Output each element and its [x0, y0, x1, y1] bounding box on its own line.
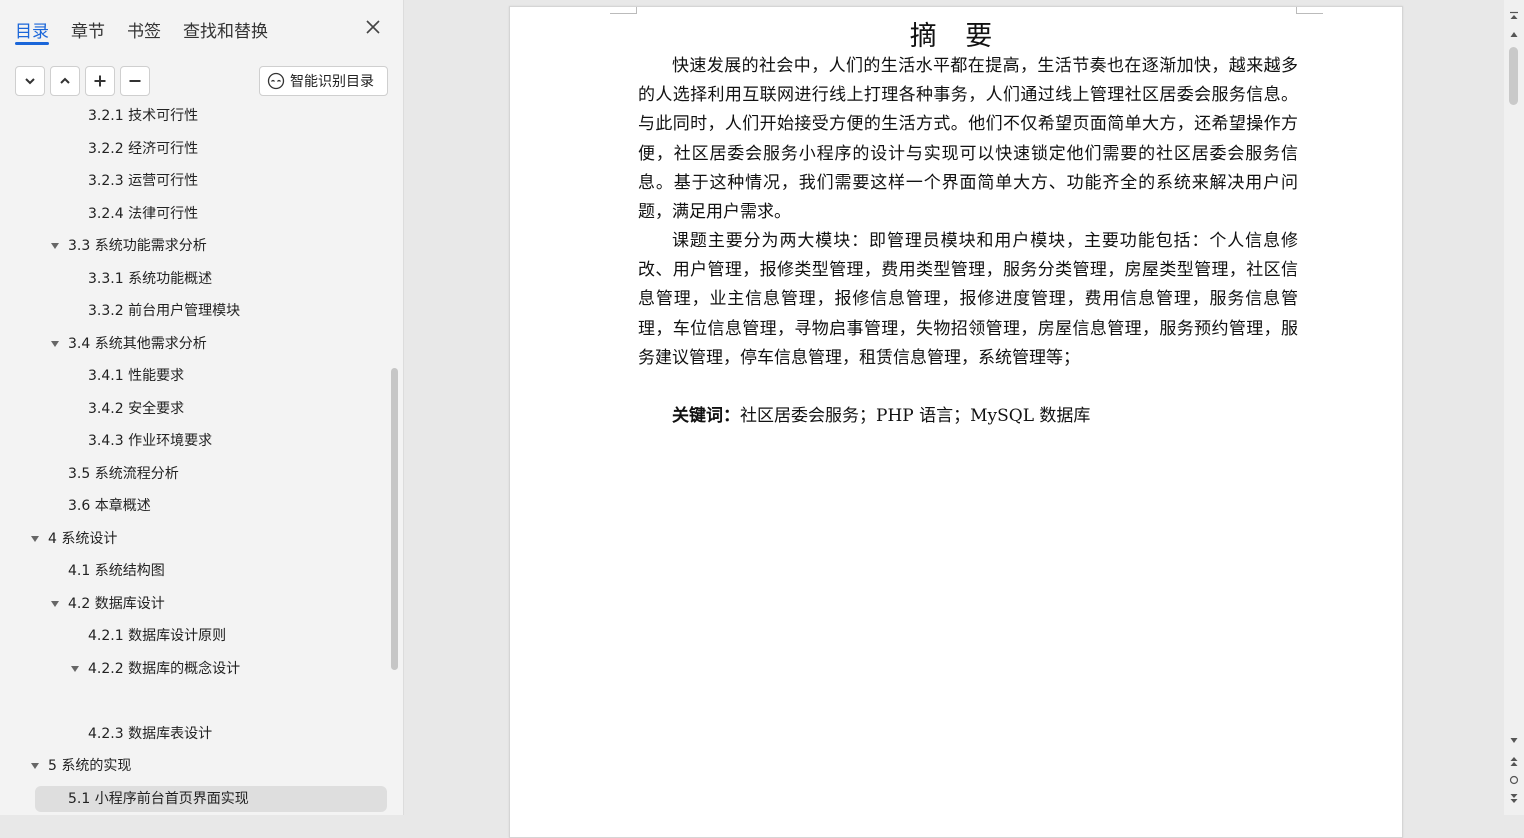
- toc-item-label: 3.2.4 法律可行性: [88, 205, 199, 222]
- next-page-button[interactable]: [1508, 791, 1520, 803]
- toc-item[interactable]: 3.2.4 法律可行性: [0, 201, 388, 227]
- toc-item[interactable]: 4.1 系统结构图: [0, 558, 388, 584]
- toc-toolbar: 智能识别目录: [0, 66, 403, 100]
- active-tab-indicator: [15, 42, 49, 45]
- scroll-top-button[interactable]: [1508, 10, 1520, 22]
- toc-item[interactable]: 3.4.3 作业环境要求: [0, 428, 388, 454]
- toc-item[interactable]: 4.2.2 数据库的概念设计: [0, 656, 388, 682]
- scrollbar-thumb[interactable]: [1509, 47, 1518, 105]
- toc-item[interactable]: 3.2.1 技术可行性: [0, 104, 388, 129]
- close-icon: [366, 20, 380, 34]
- previous-page-button[interactable]: [1508, 755, 1520, 767]
- expand-caret-icon[interactable]: [31, 763, 39, 769]
- toc-item[interactable]: 4 系统设计: [0, 526, 388, 552]
- toc-item-label: 4.2.2 数据库的概念设计: [88, 660, 241, 677]
- document-page[interactable]: 摘 要 快速发展的社会中，人们的生活水平都在提高，生活节奏也在逐渐加快，越来越多…: [509, 6, 1403, 838]
- nav-tabs: 目录 章节 书签 查找和替换: [0, 0, 403, 52]
- toc-item-label: 3.4.1 性能要求: [88, 368, 185, 384]
- toc-item[interactable]: 4.2 数据库设计: [0, 591, 388, 617]
- scroll-up-button[interactable]: [1508, 28, 1520, 40]
- toc-item[interactable]: 3.3.1 系统功能概述: [0, 266, 388, 292]
- smart-toc-button[interactable]: 智能识别目录: [259, 66, 388, 96]
- toc-item-label: 4.1 系统结构图: [68, 563, 165, 579]
- abstract-title: 摘 要: [909, 21, 1003, 52]
- toc-item[interactable]: 5.1 小程序前台首页界面实现: [35, 785, 387, 812]
- close-panel-button[interactable]: [362, 16, 384, 38]
- expand-caret-icon[interactable]: [51, 340, 59, 347]
- toc-item[interactable]: 3.5 系统流程分析: [0, 461, 388, 487]
- toc-item-label: 3.2.1 技术可行性: [88, 108, 199, 124]
- caret-up-icon: [1510, 32, 1518, 37]
- scroll-down-button[interactable]: [1508, 733, 1520, 745]
- add-heading-button[interactable]: [85, 66, 115, 96]
- caret-down-icon: [1510, 738, 1518, 743]
- toc-item-label: 3.3.1 系统功能概述: [88, 270, 213, 287]
- expand-caret-icon[interactable]: [31, 535, 39, 542]
- document-area: 摘 要 快速发展的社会中，人们的生活水平都在提高，生活节奏也在逐渐加快，越来越多…: [404, 0, 1504, 838]
- keywords-text: 社区居委会服务；PHP 语言；MySQL 数据库: [740, 406, 1091, 426]
- nav-scrollbar-thumb[interactable]: [391, 368, 398, 670]
- toc-item[interactable]: 4.2.1 数据库设计原则: [0, 623, 388, 649]
- collapse-down-button[interactable]: [15, 66, 45, 96]
- toc-item[interactable]: 3.4.2 安全要求: [0, 396, 388, 422]
- toc-item[interactable]: 3.6 本章概述: [0, 493, 388, 519]
- toc-item[interactable]: 3.4.1 性能要求: [0, 363, 388, 389]
- tab-toc[interactable]: 目录: [15, 17, 49, 42]
- expand-caret-icon[interactable]: [51, 600, 59, 607]
- toc-item[interactable]: [0, 688, 388, 714]
- minus-icon: [129, 80, 141, 82]
- keywords-label: 关键词：: [672, 406, 740, 426]
- page-margin-mark: [610, 7, 637, 14]
- tab-bookmarks[interactable]: 书签: [127, 17, 161, 42]
- toc-tree: 3.2.1 技术可行性 3.2.2 经济可行性 3.2.3 运营可行性 3.2.4 法…: [0, 104, 400, 815]
- toc-item-label: 5 系统的实现: [48, 758, 132, 774]
- toc-item-label: 3.3.2 前台用户管理模块: [88, 303, 241, 319]
- previous-page-icon: [1510, 757, 1518, 766]
- plus-icon: [94, 75, 106, 87]
- toc-item-label: 4.2.1 数据库设计原则: [88, 628, 227, 644]
- toc-item[interactable]: 3.3 系统功能需求分析: [0, 233, 388, 259]
- circle-icon: [1509, 775, 1519, 785]
- abstract-paragraph: 课题主要分为两大模块：即管理员模块和用户模块，主要功能包括：个人信息修改、用户管…: [638, 231, 1298, 368]
- toc-item-label: 3.2.3 运营可行性: [88, 173, 199, 189]
- toc-item-label: 4.2 数据库设计: [68, 595, 165, 612]
- document-scrollbar[interactable]: [1504, 0, 1524, 815]
- toc-item-label: 5.1 小程序前台首页界面实现: [68, 790, 249, 807]
- toc-item-label: 3.4 系统其他需求分析: [68, 335, 207, 352]
- toc-item[interactable]: 3.2.3 运营可行性: [0, 168, 388, 194]
- toc-item[interactable]: 3.2.2 经济可行性: [0, 136, 388, 162]
- remove-heading-button[interactable]: [120, 66, 150, 96]
- toc-item-label: 3.2.2 经济可行性: [88, 140, 199, 157]
- expand-caret-icon[interactable]: [71, 665, 79, 672]
- toc-item-label: 3.6 本章概述: [68, 498, 151, 514]
- keywords-line: 关键词：社区居委会服务；PHP 语言；MySQL 数据库: [638, 402, 1298, 431]
- chevron-up-icon: [60, 77, 70, 84]
- toc-item[interactable]: 5 系统的实现: [0, 753, 388, 779]
- toc-item-label: 4.2.3 数据库表设计: [88, 725, 213, 742]
- toc-item[interactable]: 3.3.2 前台用户管理模块: [0, 298, 388, 324]
- toc-item[interactable]: 3.4 系统其他需求分析: [0, 331, 388, 357]
- chevron-down-icon: [25, 78, 35, 85]
- smart-robot-icon: [267, 72, 285, 90]
- next-page-icon: [1510, 794, 1518, 803]
- abstract-paragraph: 快速发展的社会中，人们的生活水平都在提高，生活节奏也在逐渐加快，越来越多的人选择…: [638, 56, 1298, 223]
- double-up-icon: [1510, 11, 1518, 19]
- toc-item-label: 3.5 系统流程分析: [68, 465, 179, 482]
- collapse-up-button[interactable]: [50, 66, 80, 96]
- toc-item[interactable]: 4.2.3 数据库表设计: [0, 721, 388, 747]
- toc-item-label: 3.4.2 安全要求: [88, 400, 185, 417]
- tab-chapters[interactable]: 章节: [71, 17, 105, 42]
- toc-item-label: 4 系统设计: [48, 530, 118, 547]
- select-browse-object-button[interactable]: [1508, 773, 1520, 785]
- page-margin-mark: [1296, 7, 1323, 14]
- toc-item-label: 3.3 系统功能需求分析: [68, 238, 207, 254]
- toc-item-label: 3.4.3 作业环境要求: [88, 433, 213, 449]
- expand-caret-icon[interactable]: [51, 243, 59, 249]
- navigation-panel: 目录 章节 书签 查找和替换 智能识别目录 3.2.1 技术可行性 3.2.2 …: [0, 0, 404, 815]
- tab-find-replace[interactable]: 查找和替换: [183, 17, 268, 42]
- smart-toc-label: 智能识别目录: [290, 74, 374, 90]
